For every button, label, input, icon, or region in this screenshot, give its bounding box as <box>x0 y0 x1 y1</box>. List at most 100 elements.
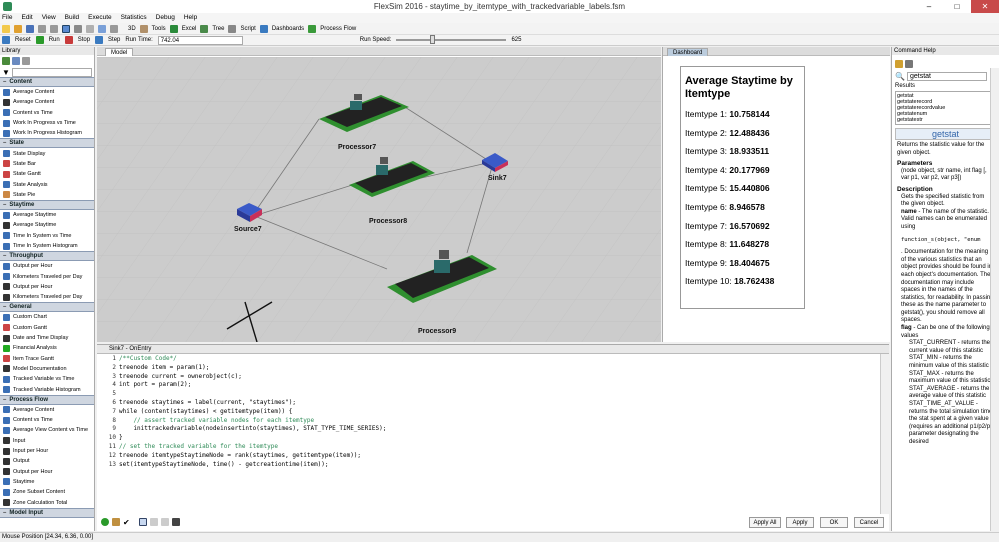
btn-tools[interactable]: Tools <box>152 26 166 32</box>
template-icon[interactable] <box>112 518 120 526</box>
code-find-icon[interactable] <box>160 518 169 526</box>
minimize-icon[interactable]: – <box>915 0 943 13</box>
library-item[interactable]: State Pie <box>0 190 94 200</box>
command-search-input[interactable]: getstat <box>906 72 987 81</box>
run-speed-slider[interactable] <box>396 35 507 44</box>
redo-icon[interactable] <box>50 24 58 33</box>
btn-3d[interactable]: 3D <box>128 26 136 32</box>
model-3d-view[interactable]: Processor7 Sink7 Processor8 Source7 Proc… <box>97 57 661 342</box>
library-item[interactable]: State Display <box>0 148 94 158</box>
library-item[interactable]: Input <box>0 436 94 446</box>
undo-icon[interactable] <box>38 24 46 33</box>
library-item[interactable]: Time In System vs Time <box>0 231 94 241</box>
library-item[interactable]: Date and Time Display <box>0 333 94 343</box>
code-mode-icon[interactable] <box>138 518 147 526</box>
select-icon[interactable] <box>86 24 94 33</box>
run-button[interactable]: Run <box>49 37 60 43</box>
library-item[interactable]: Item Trace Gantt <box>0 354 94 364</box>
library-item[interactable]: Content vs Time <box>0 108 94 118</box>
help-tool-icon[interactable] <box>895 60 903 68</box>
library-item[interactable]: Output per Hour <box>0 282 94 292</box>
library-item[interactable]: Average Staytime <box>0 210 94 220</box>
library-item[interactable]: Average Staytime <box>0 220 94 230</box>
library-item[interactable]: Input per Hour <box>0 446 94 456</box>
connect-icon[interactable] <box>74 24 82 33</box>
menu-statistics[interactable]: Statistics <box>121 13 147 23</box>
menu-execute[interactable]: Execute <box>88 13 112 23</box>
library-item[interactable]: Financial Analysis <box>0 343 94 353</box>
staytime-widget[interactable]: Average Staytime by Itemtype Itemtype 1:… <box>680 66 805 309</box>
apply-button[interactable]: Apply <box>786 517 814 528</box>
menu-debug[interactable]: Debug <box>156 13 175 23</box>
library-item[interactable]: Content vs Time <box>0 415 94 425</box>
help-icon[interactable] <box>101 518 109 526</box>
library-item[interactable]: Time In System Histogram <box>0 241 94 251</box>
step-button[interactable]: Step <box>108 37 120 43</box>
library-item[interactable]: Kilometers Traveled per Day <box>0 292 94 302</box>
command-help-scrollbar[interactable] <box>990 68 999 531</box>
tab-dashboard[interactable]: Dashboard <box>667 48 709 56</box>
library-settings-icon[interactable] <box>22 57 30 65</box>
library-item[interactable]: Average Content <box>0 87 94 97</box>
code-format-icon[interactable] <box>149 518 158 526</box>
library-item[interactable]: Work In Progress Histogram <box>0 128 94 138</box>
library-group-header[interactable]: – Staytime <box>0 199 94 210</box>
library-item[interactable]: Output per Hour <box>0 261 94 271</box>
library-item[interactable]: Average Content <box>0 97 94 107</box>
library-search-input[interactable] <box>11 67 92 77</box>
library-view-icon[interactable] <box>12 57 20 65</box>
run-time-field[interactable]: 742.04 <box>157 35 243 45</box>
library-item[interactable]: Staytime <box>0 477 94 487</box>
library-group-header[interactable]: – General <box>0 302 94 313</box>
check-icon[interactable]: ✔ <box>123 518 130 527</box>
btn-process-flow[interactable]: Process Flow <box>320 26 356 32</box>
library-item[interactable]: Average View Content vs Time <box>0 425 94 435</box>
eyedropper-icon[interactable] <box>171 518 180 526</box>
ok-button[interactable]: OK <box>820 517 848 528</box>
collapse-icon[interactable]: – <box>3 202 6 208</box>
draw-icon[interactable] <box>110 24 118 33</box>
btn-excel[interactable]: Excel <box>182 26 197 32</box>
collapse-icon[interactable]: – <box>3 253 6 259</box>
code-scrollbar[interactable] <box>880 354 889 514</box>
collapse-icon[interactable]: – <box>3 304 6 310</box>
library-item[interactable]: Model Documentation <box>0 364 94 374</box>
library-group-header[interactable]: – Content <box>0 77 94 87</box>
library-item[interactable]: Custom Chart <box>0 312 94 322</box>
close-icon[interactable]: ✕ <box>971 0 999 13</box>
menu-edit[interactable]: Edit <box>21 13 32 23</box>
library-item[interactable]: State Gantt <box>0 169 94 179</box>
library-item[interactable]: Output <box>0 456 94 466</box>
library-group-header[interactable]: – State <box>0 138 94 149</box>
library-tab-icon[interactable] <box>2 57 10 65</box>
library-item[interactable]: State Bar <box>0 159 94 169</box>
apply-all-button[interactable]: Apply All <box>749 517 781 528</box>
result-item[interactable]: getstatestr <box>897 117 994 123</box>
library-item[interactable]: Kilometers Traveled per Day <box>0 271 94 281</box>
menu-build[interactable]: Build <box>65 13 79 23</box>
library-item[interactable]: Tracked Variable vs Time <box>0 374 94 384</box>
library-group-header[interactable]: – Throughput <box>0 251 94 262</box>
btn-tree[interactable]: Tree <box>212 26 224 32</box>
pointer-icon[interactable] <box>62 24 70 33</box>
collapse-icon[interactable]: – <box>3 510 6 516</box>
view-icon[interactable] <box>98 24 106 33</box>
menu-file[interactable]: File <box>2 13 12 23</box>
new-icon[interactable] <box>2 24 10 33</box>
library-item[interactable]: Zone Subset Content <box>0 487 94 497</box>
menu-view[interactable]: View <box>42 13 56 23</box>
help-settings-icon[interactable] <box>905 60 913 68</box>
reset-button[interactable]: Reset <box>15 37 31 43</box>
btn-dashboards[interactable]: Dashboards <box>272 26 304 32</box>
collapse-icon[interactable]: – <box>3 140 6 146</box>
save-icon[interactable] <box>26 24 34 33</box>
cancel-button[interactable]: Cancel <box>854 517 884 528</box>
maximize-icon[interactable]: □ <box>943 0 971 13</box>
library-group-header[interactable]: – Process Flow <box>0 394 94 405</box>
library-item[interactable]: Custom Gantt <box>0 323 94 333</box>
menu-help[interactable]: Help <box>184 13 197 23</box>
code-text-area[interactable]: 1/**Custom Code*/2 treenode item = param(… <box>104 355 882 513</box>
library-item[interactable]: Work In Progress vs Time <box>0 118 94 128</box>
collapse-icon[interactable]: – <box>3 79 6 85</box>
library-group-header[interactable]: – Model Input <box>0 507 94 518</box>
